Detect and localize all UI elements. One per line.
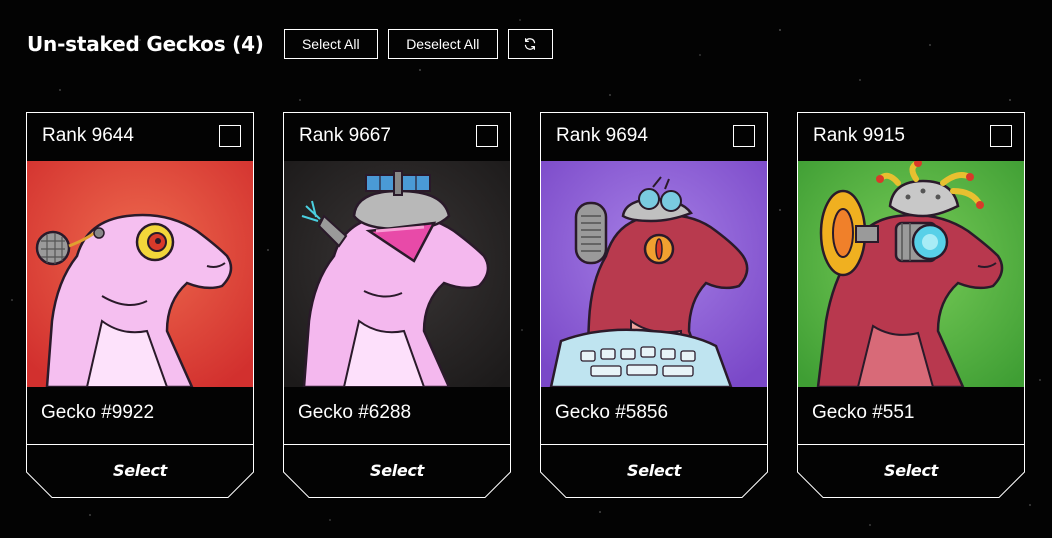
unstaked-geckos-page: Un-staked Geckos (4) Select All Deselect… bbox=[0, 0, 1052, 538]
gecko-name: Gecko #6288 bbox=[298, 402, 412, 423]
section-header: Un-staked Geckos (4) Select All Deselect… bbox=[27, 28, 563, 60]
card-header: Rank 9644 bbox=[27, 113, 253, 161]
gecko-card[interactable]: Rank 9694 Gecko #5856 Select bbox=[540, 112, 768, 498]
select-button[interactable]: Select bbox=[541, 444, 767, 496]
gecko-card[interactable]: Rank 9644 Gecko #9922 Select bbox=[26, 112, 254, 498]
refresh-button[interactable] bbox=[507, 29, 553, 59]
select-button[interactable]: Select bbox=[284, 444, 510, 496]
select-button[interactable]: Select bbox=[798, 444, 1024, 496]
gecko-image bbox=[541, 161, 767, 387]
select-checkbox[interactable] bbox=[733, 125, 755, 147]
rank-label: Rank 9915 bbox=[813, 125, 905, 146]
gecko-card[interactable]: Rank 9667 Gecko #6288 Select bbox=[283, 112, 511, 498]
gecko-image bbox=[27, 161, 253, 387]
deselect-all-button[interactable]: Deselect All bbox=[387, 29, 498, 59]
select-checkbox[interactable] bbox=[476, 125, 498, 147]
card-header: Rank 9694 bbox=[541, 113, 767, 161]
card-header: Rank 9915 bbox=[798, 113, 1024, 161]
rank-label: Rank 9694 bbox=[556, 125, 648, 146]
gecko-name: Gecko #9922 bbox=[41, 402, 155, 423]
select-checkbox[interactable] bbox=[990, 125, 1012, 147]
section-title: Un-staked Geckos (4) bbox=[27, 32, 264, 56]
rank-label: Rank 9644 bbox=[42, 125, 134, 146]
gecko-image bbox=[284, 161, 510, 387]
gecko-name: Gecko #5856 bbox=[555, 402, 669, 423]
refresh-icon bbox=[525, 38, 536, 50]
gecko-card[interactable]: Rank 9915 Gecko #551 Select bbox=[797, 112, 1025, 498]
gecko-image bbox=[798, 161, 1024, 387]
gecko-name: Gecko #551 bbox=[812, 402, 915, 423]
select-checkbox[interactable] bbox=[219, 125, 241, 147]
select-all-button[interactable]: Select All bbox=[283, 29, 378, 59]
card-header: Rank 9667 bbox=[284, 113, 510, 161]
select-button[interactable]: Select bbox=[27, 444, 253, 496]
rank-label: Rank 9667 bbox=[299, 125, 391, 146]
